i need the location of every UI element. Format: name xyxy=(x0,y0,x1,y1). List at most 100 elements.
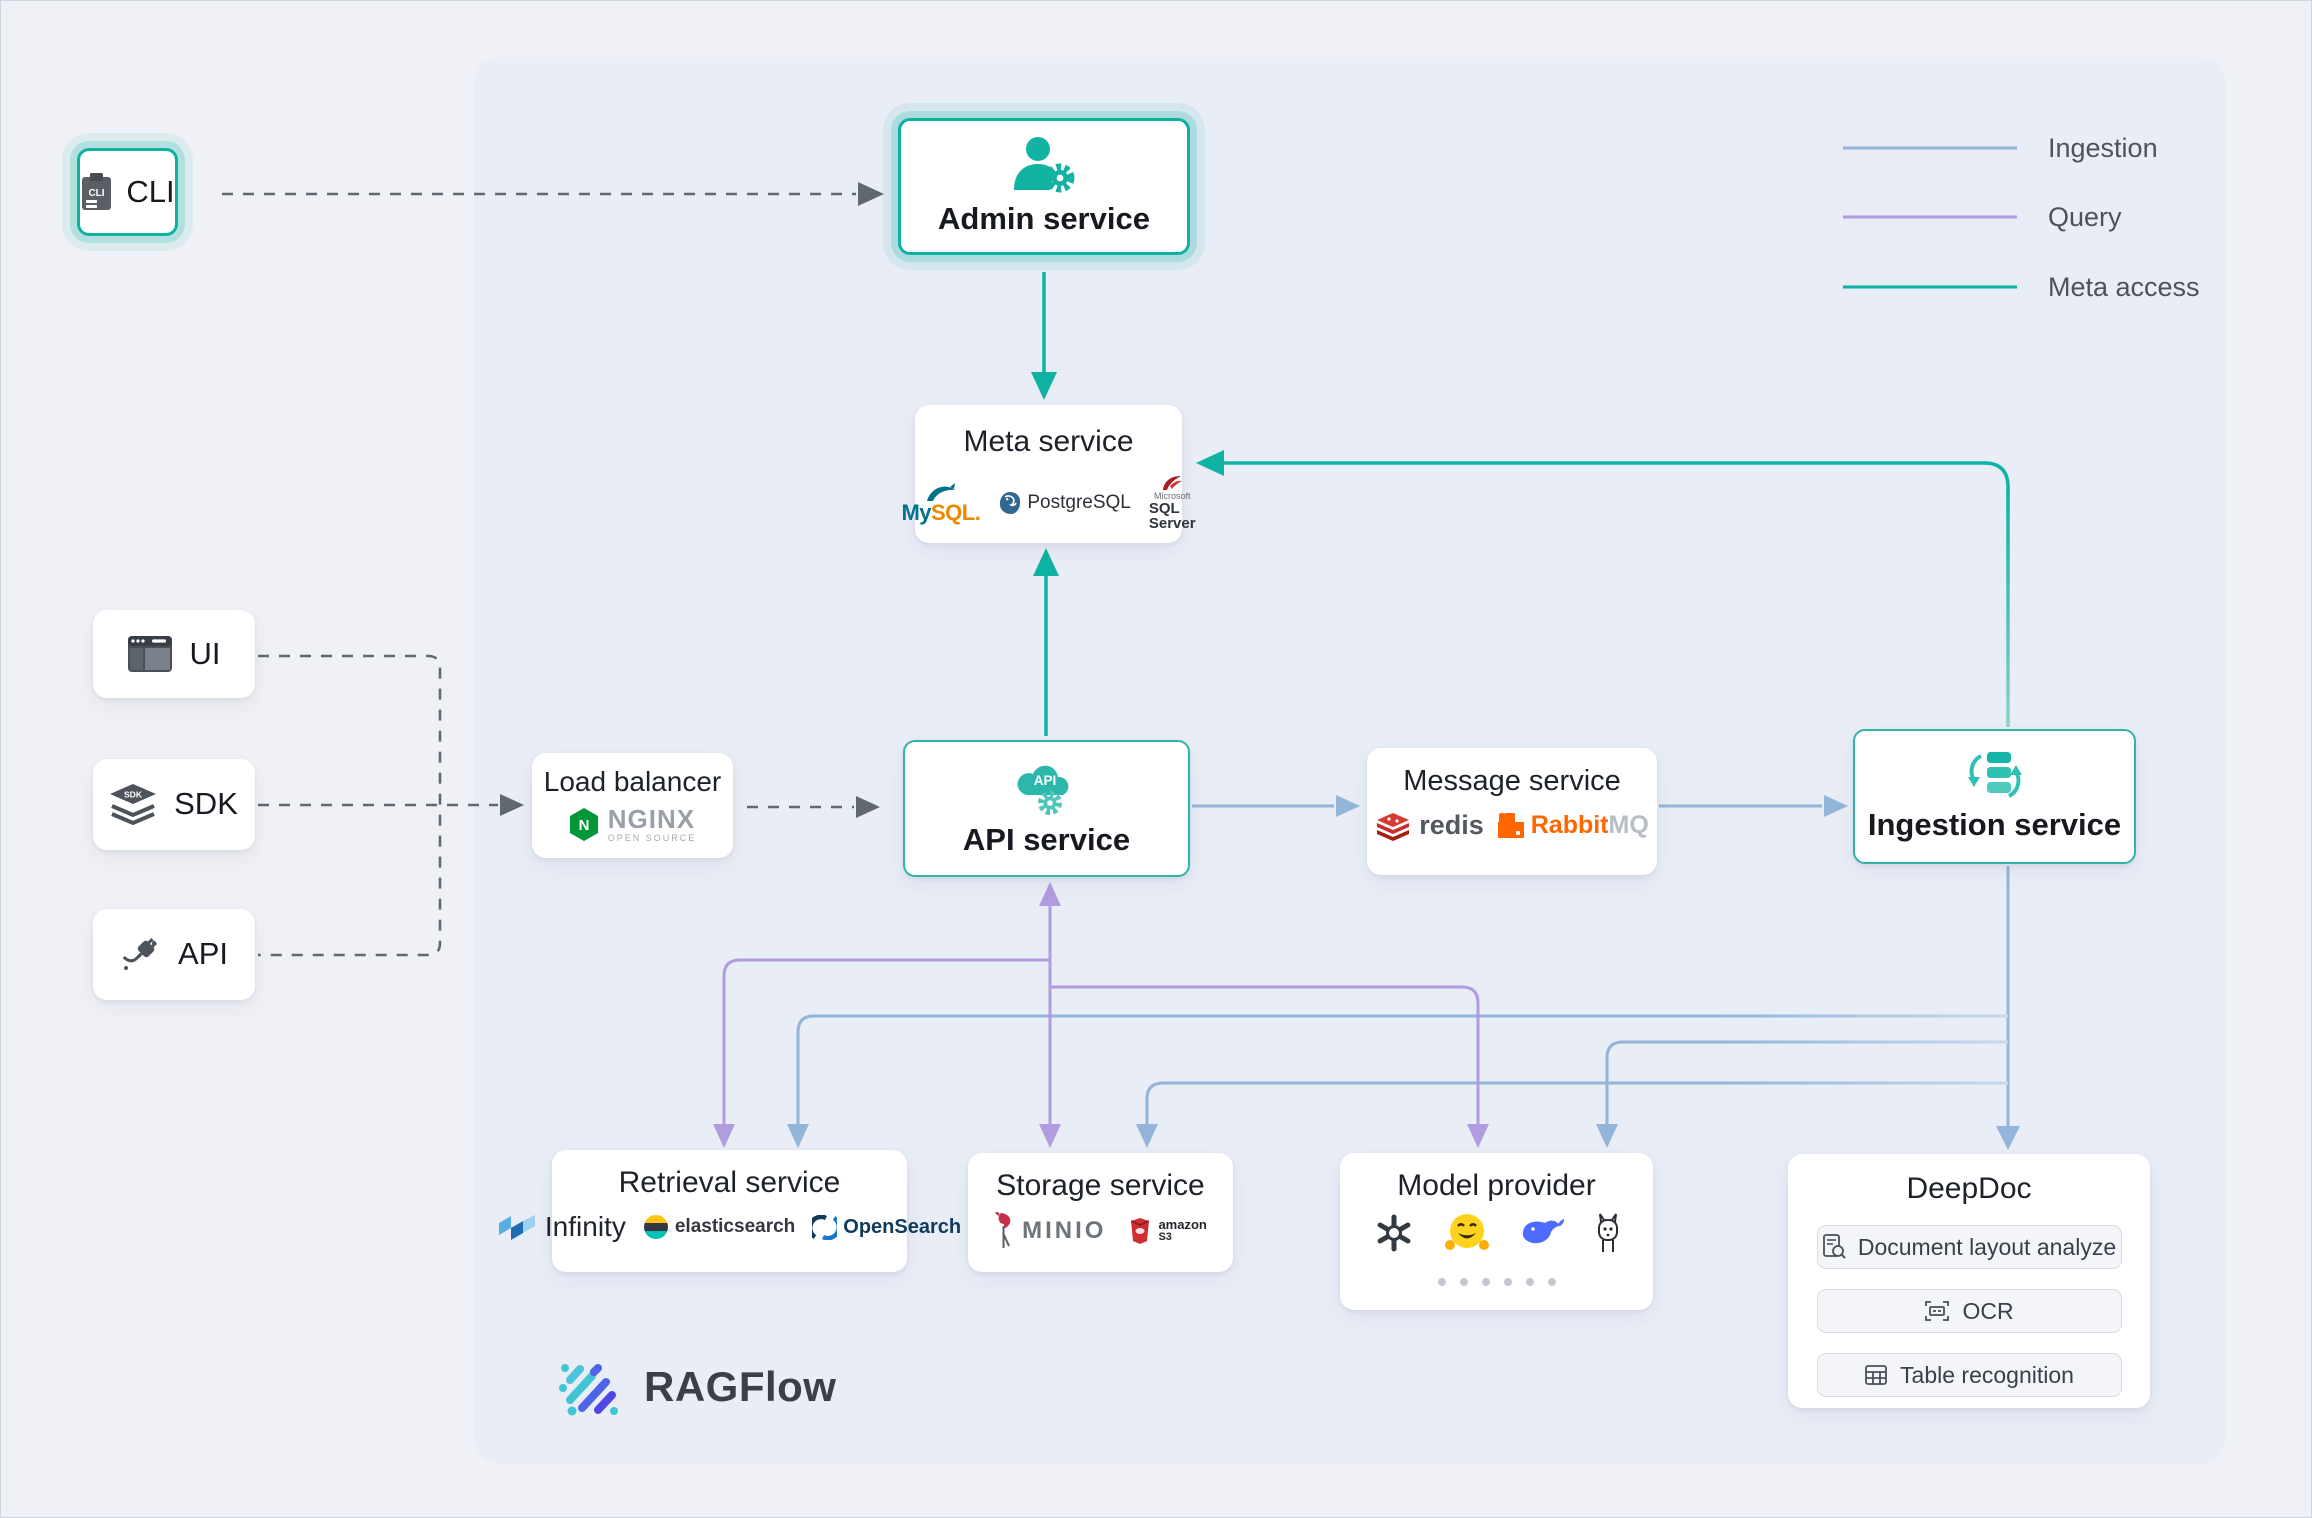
sqlserver-logo: Microsoft SQL Server xyxy=(1149,474,1196,531)
sdk-label: SDK xyxy=(174,787,238,821)
opensearch-icon xyxy=(812,1215,837,1240)
rabbit-mq-label: MQ xyxy=(1609,811,1649,839)
node-cli: CLI CLI xyxy=(77,148,178,236)
rabbit-label: Rabbit xyxy=(1531,811,1609,839)
opensearch-logo: OpenSearch xyxy=(812,1215,961,1240)
node-ui: UI xyxy=(93,610,255,698)
message-service-title: Message service xyxy=(1403,766,1621,798)
node-storage-service: Storage service MINIO amazon xyxy=(968,1153,1233,1272)
openai-icon xyxy=(1373,1212,1415,1254)
rabbitmq-logo: RabbitMQ xyxy=(1498,811,1649,840)
deepseek-whale-icon xyxy=(1519,1217,1565,1249)
huggingface-icon xyxy=(1445,1212,1489,1254)
deepdoc-button-label: OCR xyxy=(1962,1298,2013,1325)
infinity-label: Infinity xyxy=(545,1211,626,1243)
infinity-logo: Infinity xyxy=(498,1211,626,1243)
nginx-label: NGINX xyxy=(608,806,695,832)
llama-icon xyxy=(1595,1212,1621,1254)
minio-bird-icon xyxy=(994,1212,1014,1250)
infinity-icon xyxy=(498,1215,538,1240)
ocr-scan-icon xyxy=(1924,1299,1950,1323)
storage-service-title: Storage service xyxy=(996,1169,1204,1202)
minio-label: MINIO xyxy=(1022,1217,1106,1245)
legend-label-query: Query xyxy=(2048,202,2122,233)
sdk-stack-icon: SDK xyxy=(110,784,156,826)
node-sdk: SDK SDK xyxy=(93,759,255,850)
svg-text:SDK: SDK xyxy=(124,789,143,799)
ingestion-sync-icon xyxy=(1967,750,2023,802)
elasticsearch-label: elasticsearch xyxy=(675,1216,795,1238)
mysql-dolphin-icon xyxy=(924,482,958,502)
deepdoc-title: DeepDoc xyxy=(1906,1172,2031,1205)
legend-label-meta-access: Meta access xyxy=(2048,272,2200,303)
sqlserver-icon xyxy=(1161,474,1183,492)
table-icon xyxy=(1864,1364,1888,1386)
model-provider-title: Model provider xyxy=(1397,1169,1595,1202)
node-model-provider: Model provider xyxy=(1340,1153,1653,1310)
api-service-label: API service xyxy=(963,823,1130,857)
load-balancer-title: Load balancer xyxy=(544,767,721,798)
admin-service-label: Admin service xyxy=(938,202,1150,236)
minio-logo: MINIO xyxy=(994,1212,1106,1250)
amazon-s3-icon xyxy=(1128,1217,1152,1245)
api-label: API xyxy=(178,937,228,971)
edge-ui-api-merge xyxy=(258,656,440,955)
mysql-text-my: My xyxy=(901,500,931,525)
meta-service-title: Meta service xyxy=(963,425,1133,458)
postgresql-logo: PostgreSQL xyxy=(998,491,1131,515)
ragflow-brand: RAGFlow xyxy=(556,1356,836,1418)
deepdoc-table-recognition-button[interactable]: Table recognition xyxy=(1817,1353,2122,1397)
svg-text:API: API xyxy=(1033,773,1056,788)
message-service-logos: redis RabbitMQ xyxy=(1375,810,1649,842)
s3-label: S3 xyxy=(1158,1232,1171,1244)
ingestion-service-label: Ingestion service xyxy=(1868,808,2121,842)
amazon-label: amazon xyxy=(1158,1218,1206,1232)
storage-service-logos: MINIO amazon S3 xyxy=(994,1212,1207,1250)
ragflow-architecture-diagram: Ingestion Query Meta access CLI CLI xyxy=(0,0,2312,1518)
legend-label-ingestion: Ingestion xyxy=(2048,133,2158,164)
cli-clipboard-icon: CLI xyxy=(80,172,114,212)
node-message-service: Message service redis RabbitMQ xyxy=(1367,748,1657,875)
node-retrieval-service: Retrieval service Infinity xyxy=(552,1150,907,1272)
rabbitmq-icon xyxy=(1498,812,1525,839)
document-layout-icon xyxy=(1822,1234,1846,1260)
legend-item-ingestion: Ingestion xyxy=(2048,134,2158,162)
postgresql-elephant-icon xyxy=(998,491,1022,515)
api-plug-icon xyxy=(120,935,160,975)
nginx-hexagon-icon: N xyxy=(569,808,599,841)
elasticsearch-logo: elasticsearch xyxy=(643,1214,795,1240)
node-api: API xyxy=(93,909,255,1000)
opensearch-label: OpenSearch xyxy=(843,1216,961,1239)
redis-label: redis xyxy=(1419,810,1484,841)
deepdoc-button-label: Table recognition xyxy=(1900,1362,2074,1389)
admin-user-gear-icon xyxy=(1010,136,1078,194)
amazon-s3-logo: amazon S3 xyxy=(1128,1217,1206,1245)
node-deepdoc: DeepDoc Document layout analyze OCR xyxy=(1788,1154,2150,1408)
mysql-text-sql: SQL xyxy=(931,500,975,525)
nginx-logo: N NGINX OPEN SOURCE xyxy=(569,806,697,843)
retrieval-service-logos: Infinity elasticsearch Ope xyxy=(498,1211,961,1243)
ragflow-brand-name: RAGFlow xyxy=(644,1363,836,1411)
deepdoc-button-label: Document layout analyze xyxy=(1858,1234,2116,1261)
svg-text:CLI: CLI xyxy=(89,188,105,199)
mysql-logo: MySQL. xyxy=(901,482,980,524)
deepdoc-document-layout-analyze-button[interactable]: Document layout analyze xyxy=(1817,1225,2122,1269)
browser-window-icon xyxy=(128,636,172,673)
node-admin-service: Admin service xyxy=(898,118,1190,255)
node-load-balancer: Load balancer N NGINX OPEN SOURCE xyxy=(532,753,733,858)
node-api-service: API API service xyxy=(903,740,1190,877)
meta-service-logos: MySQL. PostgreSQL Microsoft SQL Server xyxy=(901,474,1195,531)
elasticsearch-icon xyxy=(643,1214,669,1240)
deepdoc-ocr-button[interactable]: OCR xyxy=(1817,1289,2122,1333)
sqlserver-label: SQL Server xyxy=(1149,501,1196,531)
ragflow-logo-icon xyxy=(556,1356,622,1418)
node-meta-service: Meta service MySQL. PostgreSQL xyxy=(915,405,1182,543)
legend-item-query: Query xyxy=(2048,203,2122,231)
retrieval-service-title: Retrieval service xyxy=(619,1166,841,1199)
cli-label: CLI xyxy=(126,175,174,209)
model-provider-logos xyxy=(1373,1212,1621,1254)
nginx-open-source-label: OPEN SOURCE xyxy=(608,834,697,843)
redis-logo: redis xyxy=(1375,810,1484,842)
ui-label: UI xyxy=(190,637,221,671)
redis-icon xyxy=(1375,810,1411,842)
